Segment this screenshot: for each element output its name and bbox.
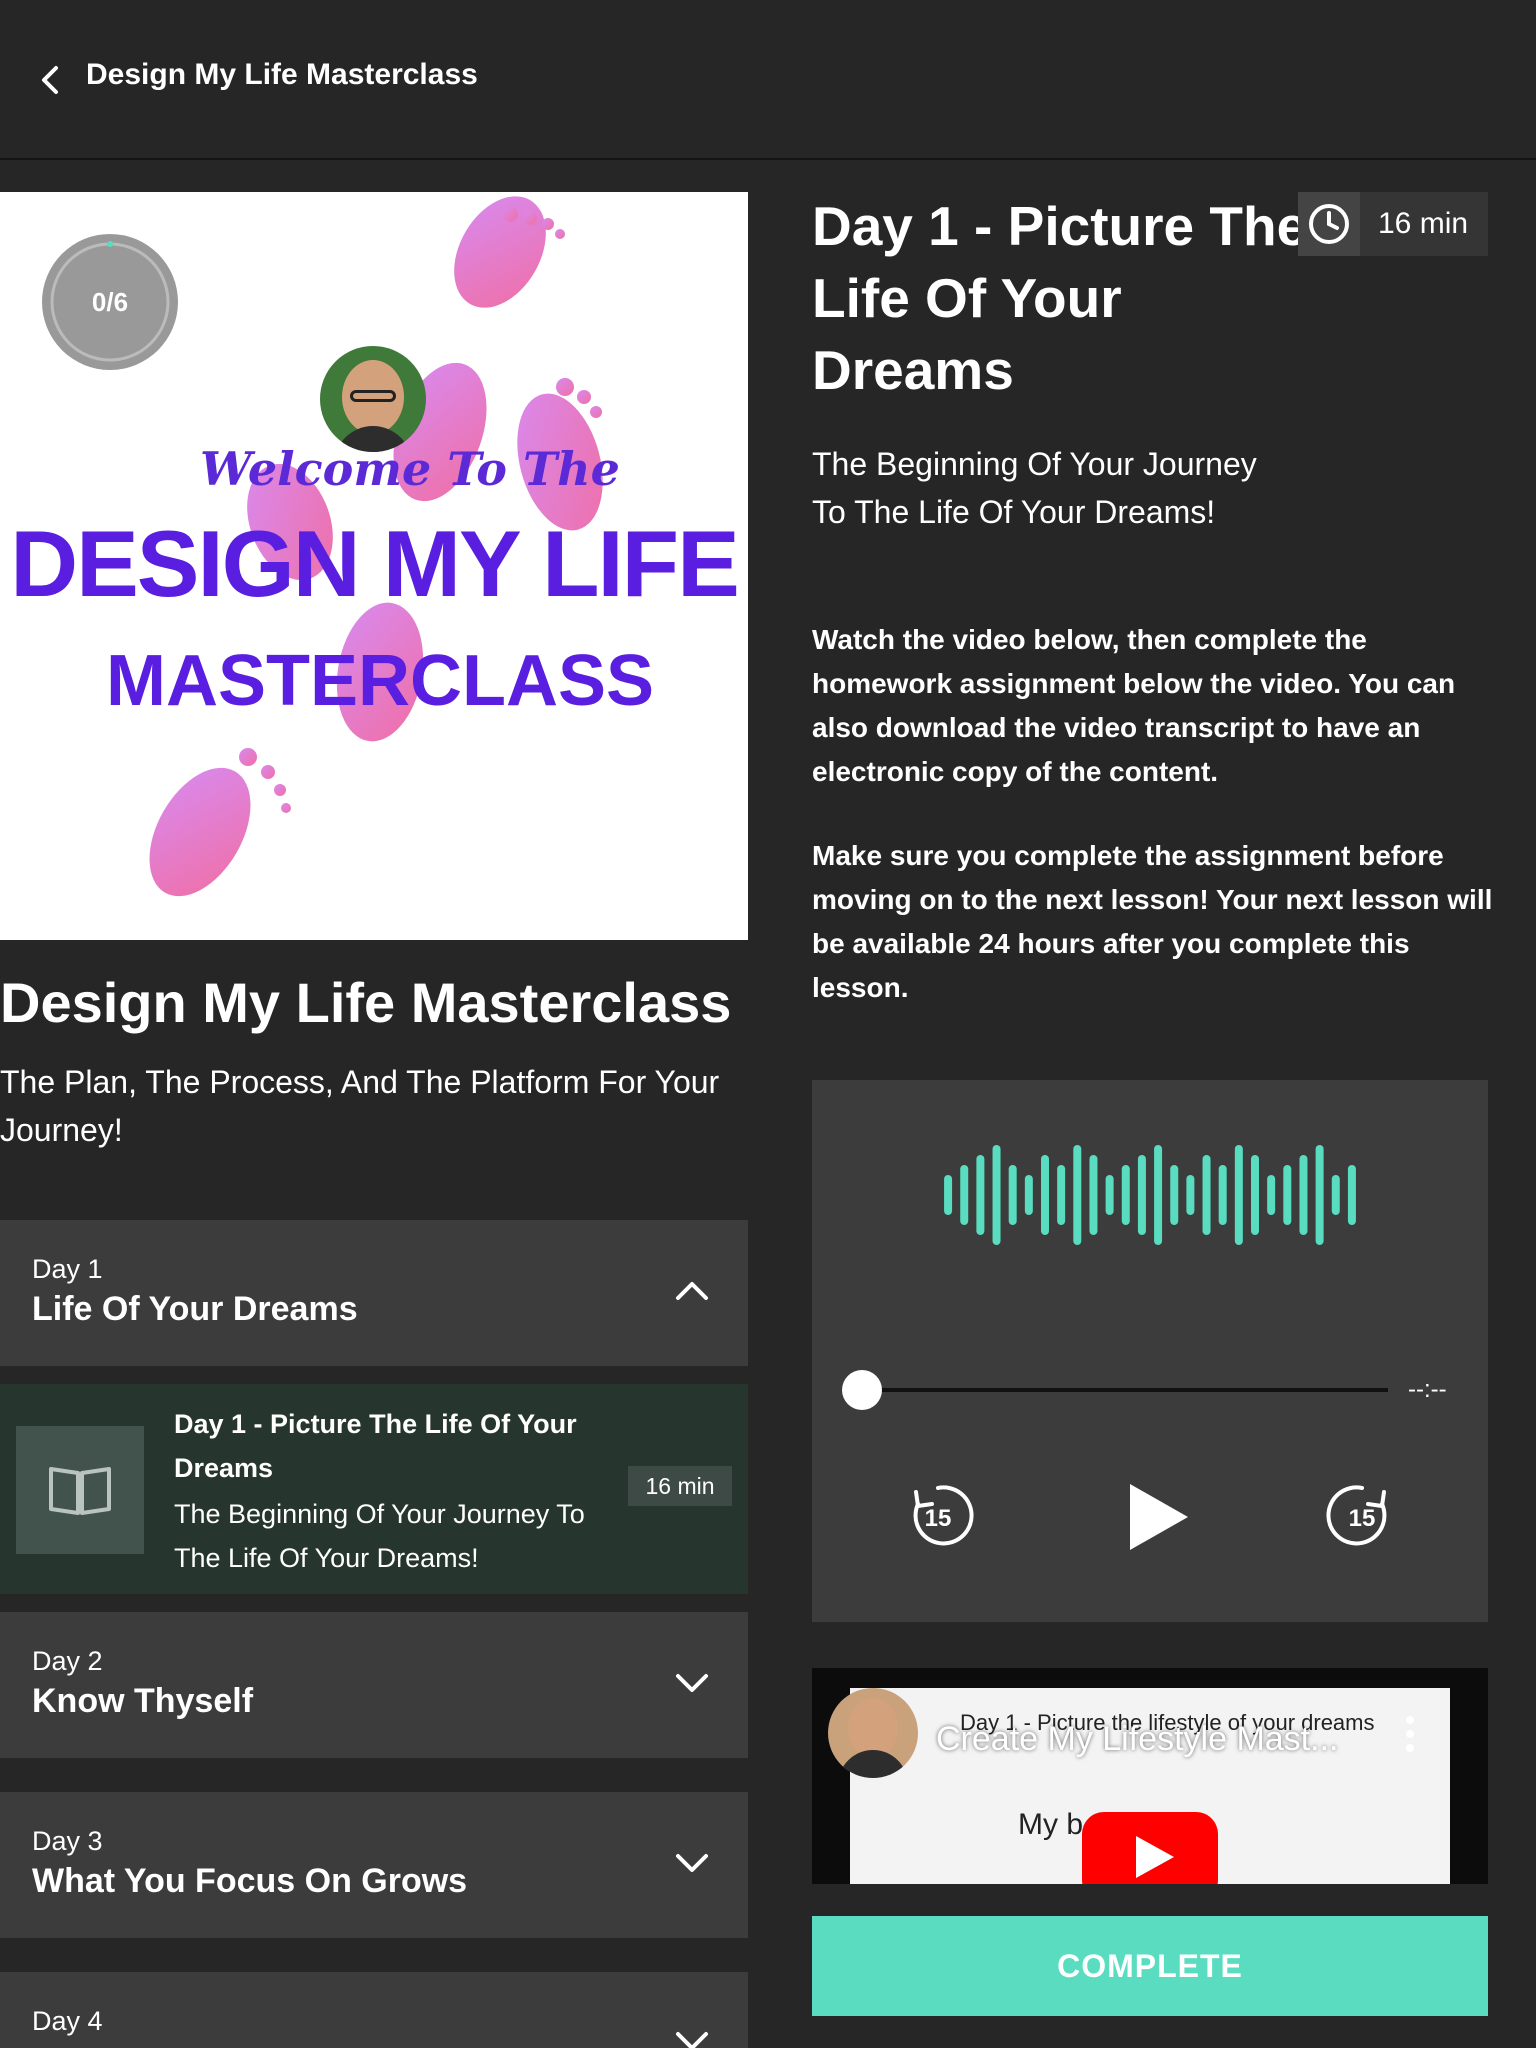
more-vertical-icon[interactable] (1400, 1712, 1420, 1756)
waveform-bar (1218, 1165, 1227, 1225)
instructions-paragraph: Watch the video below, then complete the… (812, 624, 1456, 787)
seek-handle[interactable] (842, 1370, 882, 1410)
lesson-subtitle: The Beginning Of Your Journey To The Lif… (812, 440, 1372, 536)
waveform-bar (1202, 1155, 1211, 1235)
lesson-item-day-1[interactable]: Day 1 - Picture The Life Of Your Dreams … (0, 1384, 748, 1594)
lesson-subtitle-line-1: The Beginning Of Your Journey (812, 446, 1257, 482)
lesson-subtitle-line-2: To The Life Of Your Dreams! (812, 494, 1216, 530)
chevron-down-icon[interactable] (672, 1848, 712, 1878)
rewind-label: 15 (925, 1505, 952, 1532)
section-title: Life Of Your Dreams (32, 1290, 358, 1328)
section-day-label: Day 1 (32, 1254, 103, 1284)
forward-15-button[interactable]: 15 (1322, 1476, 1402, 1556)
video-player[interactable]: Day 1 - Picture the lifestyle of your dr… (812, 1668, 1488, 1884)
chevron-up-icon[interactable] (672, 1276, 712, 1306)
cover-subtitle-text: MASTERCLASS (105, 641, 654, 721)
course-title: Design My Life Masterclass (0, 971, 732, 1034)
lesson-instructions: Watch the video below, then complete the… (812, 618, 1496, 1050)
section-title: Know Thyself (32, 1682, 254, 1720)
waveform-bar (1137, 1155, 1146, 1235)
waveform-bar (1347, 1165, 1356, 1225)
clock-icon (1309, 204, 1349, 244)
section-title: What You Focus On Grows (32, 1862, 468, 1900)
progress-count: 0/6 (91, 286, 129, 317)
complete-button[interactable]: COMPLETE (812, 1916, 1488, 2016)
cover-welcome-text: Welcome To The (200, 442, 620, 496)
waveform-bar (1105, 1175, 1114, 1215)
seek-bar[interactable] (858, 1388, 1388, 1392)
play-button[interactable] (1108, 1472, 1198, 1562)
waveform-bar (1024, 1175, 1033, 1215)
waveform-bar (992, 1145, 1001, 1245)
waveform-bar (1057, 1165, 1066, 1225)
waveform-bar (1041, 1155, 1049, 1235)
book-icon (49, 1467, 111, 1515)
waveform-bar (1170, 1165, 1179, 1225)
section-day-1[interactable]: Day 1 Life Of Your Dreams (0, 1220, 748, 1366)
waveform-bar (1121, 1165, 1130, 1225)
forward-label: 15 (1349, 1505, 1376, 1532)
time-readout: --:-- (1408, 1376, 1447, 1403)
lesson-item-title: Day 1 - Picture The Life Of Your Dreams (174, 1409, 577, 1483)
instructor-avatar (320, 346, 426, 452)
section-day-label: Day 2 (32, 1646, 103, 1676)
lesson-item-subtitle: The Beginning Of Your Journey To The Lif… (174, 1499, 585, 1573)
waveform-icon (944, 1145, 1356, 1245)
rewind-15-button[interactable]: 15 (898, 1476, 978, 1556)
waveform-bar (1073, 1145, 1082, 1245)
waveform-bar (1251, 1155, 1259, 1235)
chevron-left-icon[interactable] (36, 60, 66, 100)
waveform-bar (976, 1155, 985, 1235)
waveform-bar (1299, 1155, 1308, 1235)
instructions-paragraph: Make sure you complete the assignment be… (812, 840, 1493, 1003)
section-day-3[interactable]: Day 3 What You Focus On Grows (0, 1792, 748, 1938)
waveform-bar (1331, 1175, 1340, 1215)
chevron-down-icon[interactable] (672, 1668, 712, 1698)
waveform-bar (1154, 1145, 1163, 1245)
video-title: Create My Lifestyle Mast... (936, 1720, 1339, 1758)
duration-badge: 16 min (1298, 192, 1488, 256)
chevron-down-icon[interactable] (672, 2026, 712, 2048)
youtube-play-icon[interactable] (1082, 1812, 1218, 1884)
waveform-bar (1089, 1155, 1098, 1235)
section-day-label: Day 4 (32, 2006, 103, 2036)
audio-player: --:-- 15 15 (812, 1080, 1488, 1622)
waveform-bar (1267, 1175, 1276, 1215)
cover-title-text: DESIGN MY LIFE (10, 511, 740, 616)
waveform-bar (1186, 1175, 1195, 1215)
top-bar: Design My Life Masterclass (0, 0, 1536, 160)
waveform-bar (1008, 1165, 1017, 1225)
lesson-title: Day 1 - Picture The Life Of Your Dreams (812, 195, 1308, 401)
waveform-bar (1283, 1165, 1292, 1225)
section-day-2[interactable]: Day 2 Know Thyself (0, 1612, 748, 1758)
section-day-4[interactable]: Day 4 (0, 1972, 748, 2048)
duration-text: 16 min (1378, 207, 1469, 240)
channel-avatar (828, 1688, 918, 1778)
lesson-duration-badge: 16 min (628, 1466, 732, 1506)
section-day-label: Day 3 (32, 1826, 103, 1856)
lesson-thumbnail (16, 1426, 144, 1554)
waveform-bar (1234, 1145, 1243, 1245)
waveform-bar (960, 1165, 969, 1225)
page-title: Design My Life Masterclass (86, 58, 478, 91)
waveform-bar (944, 1175, 953, 1215)
waveform-bar (1315, 1145, 1324, 1245)
course-subtitle: The Plan, The Process, And The Platform … (0, 1064, 720, 1148)
